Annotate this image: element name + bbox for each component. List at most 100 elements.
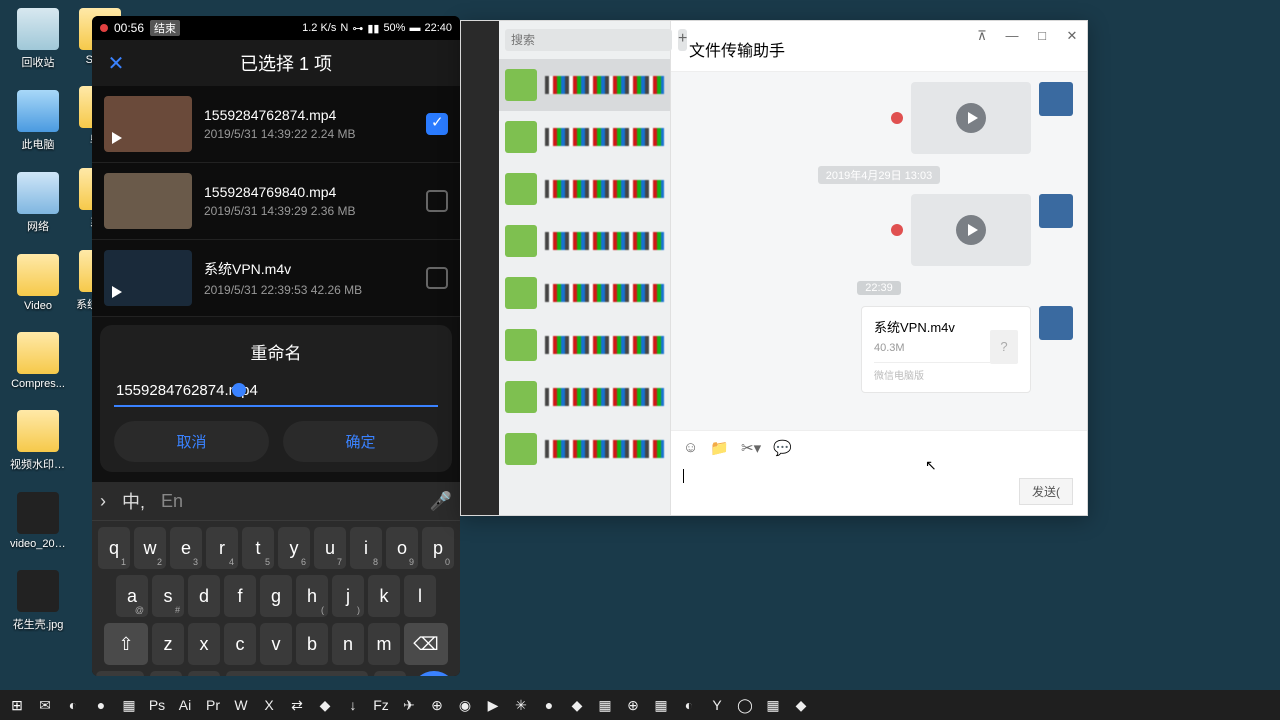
desktop-icon-recycle[interactable]: 回收站 [10, 8, 66, 70]
start-button[interactable]: ⊞ [4, 693, 30, 717]
file-checkbox[interactable] [426, 190, 448, 212]
minimize-icon[interactable]: — [997, 21, 1027, 51]
taskbar-app[interactable]: ⇄ [284, 693, 310, 717]
file-item[interactable]: 1559284762874.mp4 2019/5/31 14:39:22 2.2… [92, 86, 460, 163]
taskbar-app[interactable]: ▦ [760, 693, 786, 717]
key-v[interactable]: v [260, 623, 292, 665]
text-cursor-handle[interactable] [232, 383, 246, 397]
desktop-icon-watermark[interactable]: 视频水印去除 [10, 410, 66, 472]
taskbar-app[interactable]: ▦ [116, 693, 142, 717]
period-key[interactable]: 。 [374, 671, 406, 676]
key-t[interactable]: t5 [242, 527, 274, 569]
file-checkbox[interactable] [426, 113, 448, 135]
emoji-icon[interactable]: ☺ [683, 439, 698, 457]
key-b[interactable]: b [296, 623, 328, 665]
taskbar-app[interactable]: ▶ [480, 693, 506, 717]
key-y[interactable]: y6 [278, 527, 310, 569]
key-w[interactable]: w2 [134, 527, 166, 569]
key-e[interactable]: e3 [170, 527, 202, 569]
key-u[interactable]: u7 [314, 527, 346, 569]
shift-key[interactable]: ⇧ [104, 623, 148, 665]
conversation-item[interactable] [499, 111, 670, 163]
avatar[interactable] [1039, 306, 1073, 340]
close-icon[interactable]: ✕ [106, 51, 126, 76]
taskbar-app[interactable]: X [256, 693, 282, 717]
conversation-item[interactable] [499, 163, 670, 215]
file-message[interactable]: 系统VPN.m4v 40.3M ? 微信电脑版 [861, 306, 1031, 393]
taskbar-app[interactable]: ● [536, 693, 562, 717]
taskbar-app[interactable]: Y [704, 693, 730, 717]
maximize-icon[interactable]: □ [1027, 21, 1057, 51]
desktop-icon-hsk[interactable]: 花生壳.jpg [10, 570, 66, 632]
key-s[interactable]: s# [152, 575, 184, 617]
file-item[interactable]: 系统VPN.m4v 2019/5/31 22:39:53 42.26 MB [92, 240, 460, 317]
conversation-item[interactable] [499, 267, 670, 319]
taskbar-app[interactable]: ▦ [648, 693, 674, 717]
desktop-icon-network[interactable]: 网络 [10, 172, 66, 234]
space-key[interactable]: 拼音 [226, 671, 368, 676]
close-icon[interactable]: ✕ [1057, 21, 1087, 51]
taskbar-app[interactable]: Ps [144, 693, 170, 717]
taskbar-app[interactable]: ◯ [732, 693, 758, 717]
ok-button[interactable]: 确定 [283, 421, 438, 462]
status-rec-label[interactable]: 结束 [150, 20, 180, 36]
folder-icon[interactable]: 📁 [710, 439, 729, 457]
taskbar-app[interactable]: ✈ [396, 693, 422, 717]
key-r[interactable]: r4 [206, 527, 238, 569]
key-h[interactable]: h( [296, 575, 328, 617]
cancel-button[interactable]: 取消 [114, 421, 269, 462]
taskbar-app[interactable]: ⊕ [620, 693, 646, 717]
taskbar-app[interactable]: ◐ [60, 693, 86, 717]
key-k[interactable]: k [368, 575, 400, 617]
conversation-item[interactable] [499, 215, 670, 267]
key-n[interactable]: n [332, 623, 364, 665]
desktop-icon-video201[interactable]: video_201... [10, 492, 66, 550]
key-i[interactable]: i8 [350, 527, 382, 569]
conversation-item[interactable] [499, 59, 670, 111]
search-input[interactable] [505, 29, 672, 51]
taskbar-app[interactable]: W [228, 693, 254, 717]
ime-lang-en[interactable]: En [161, 491, 183, 512]
avatar[interactable] [1039, 82, 1073, 116]
emoji-key[interactable]: ☺ [150, 671, 182, 676]
conversation-item[interactable] [499, 423, 670, 475]
pin-icon[interactable]: ⊼ [967, 21, 997, 51]
taskbar-app[interactable]: ◆ [788, 693, 814, 717]
desktop-icon-video[interactable]: Video [10, 254, 66, 312]
key-d[interactable]: d [188, 575, 220, 617]
taskbar-app[interactable]: ◆ [312, 693, 338, 717]
key-a[interactable]: a@ [116, 575, 148, 617]
taskbar-app[interactable]: ◐ [676, 693, 702, 717]
taskbar-app[interactable]: ▦ [592, 693, 618, 717]
globe-key[interactable]: 🌐 [188, 671, 220, 676]
key-p[interactable]: p0 [422, 527, 454, 569]
conversation-item[interactable] [499, 319, 670, 371]
chat-history-icon[interactable]: 💬 [773, 439, 792, 457]
file-checkbox[interactable] [426, 267, 448, 289]
key-f[interactable]: f [224, 575, 256, 617]
taskbar-app[interactable]: ⊕ [424, 693, 450, 717]
taskbar-app[interactable]: Pr [200, 693, 226, 717]
key-c[interactable]: c [224, 623, 256, 665]
key-o[interactable]: o9 [386, 527, 418, 569]
message-area[interactable]: 2019年4月29日 13:03 22:39 系统VPN.m4v 40.3M ?… [671, 72, 1087, 430]
key-q[interactable]: q1 [98, 527, 130, 569]
taskbar-app[interactable]: ✉ [32, 693, 58, 717]
mic-icon[interactable]: 🎤 [430, 491, 452, 512]
screenshot-icon[interactable]: ✂▾ [741, 439, 761, 457]
conversation-item[interactable] [499, 371, 670, 423]
video-message[interactable] [911, 82, 1031, 154]
ime-expand-icon[interactable]: › [100, 491, 106, 512]
desktop-icon-compress[interactable]: Compres... [10, 332, 66, 390]
desktop-icon-thispc[interactable]: 此电脑 [10, 90, 66, 152]
taskbar-app[interactable]: ◉ [452, 693, 478, 717]
key-l[interactable]: l [404, 575, 436, 617]
avatar[interactable] [1039, 194, 1073, 228]
key-x[interactable]: x [188, 623, 220, 665]
enter-key[interactable]: ✓ [412, 671, 456, 676]
ime-lang-cn[interactable]: 中, [122, 488, 145, 514]
taskbar-app[interactable]: ✳ [508, 693, 534, 717]
taskbar-app[interactable]: Ai [172, 693, 198, 717]
taskbar-app[interactable]: ● [88, 693, 114, 717]
file-item[interactable]: 1559284769840.mp4 2019/5/31 14:39:29 2.3… [92, 163, 460, 240]
